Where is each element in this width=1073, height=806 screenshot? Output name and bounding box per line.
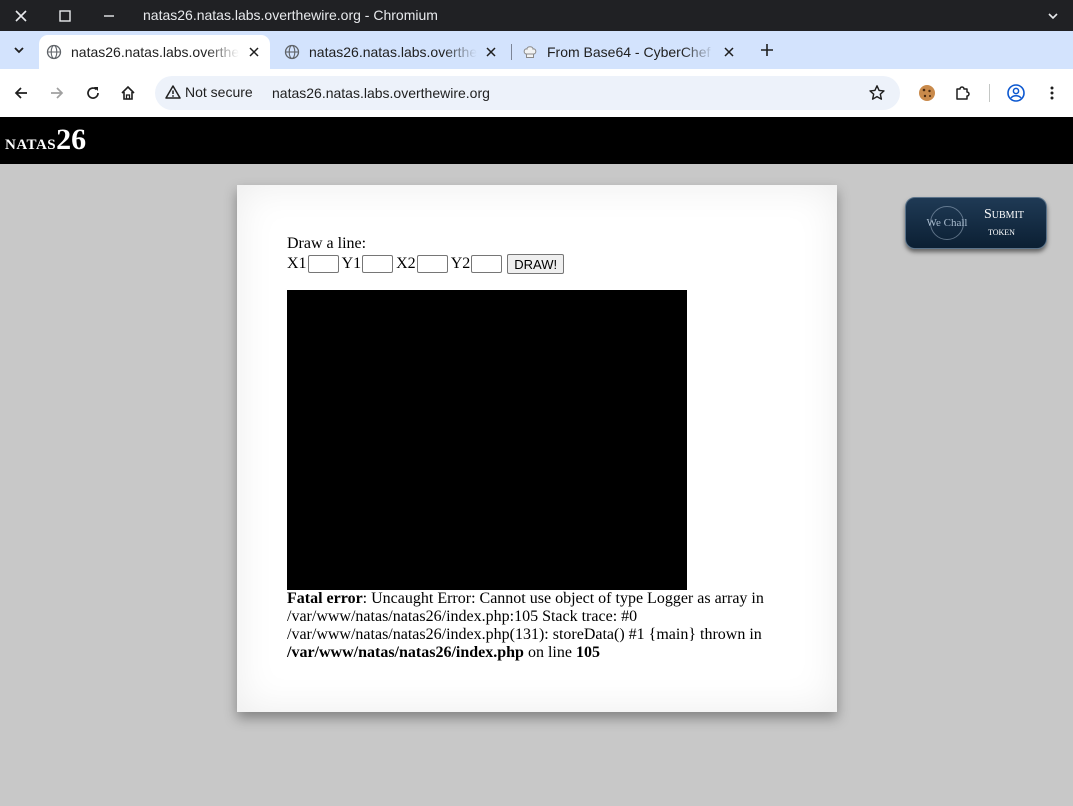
- submit-label: Submit: [984, 207, 1025, 222]
- chevron-down-icon: [14, 47, 24, 54]
- back-button[interactable]: [5, 77, 37, 109]
- fatal-error-message: Fatal error: Uncaught Error: Cannot use …: [287, 590, 787, 662]
- tab-search-button[interactable]: [3, 34, 35, 66]
- x1-label: X1: [287, 255, 307, 272]
- x2-label: X2: [396, 255, 416, 272]
- tab-label: From Base64 - CyberChef: [547, 44, 711, 60]
- wechall-logo: We Chall: [920, 206, 974, 240]
- error-on-line: on line: [523, 644, 576, 661]
- chef-hat-icon: [522, 44, 538, 60]
- account-circle-icon: [1007, 84, 1025, 102]
- profile-button[interactable]: [1000, 77, 1032, 109]
- not-secure-label: Not secure: [185, 84, 253, 100]
- home-icon: [121, 85, 135, 100]
- natas-logo: natas26: [5, 123, 86, 157]
- reload-icon: [87, 87, 99, 99]
- new-tab-button[interactable]: [751, 34, 783, 66]
- arrow-left-icon: [14, 87, 27, 99]
- close-tab-icon[interactable]: [483, 44, 499, 60]
- site-info-button[interactable]: Not secure: [165, 84, 253, 100]
- maximize-window-button[interactable]: [45, 0, 85, 31]
- window-titlebar: natas26.natas.labs.overthewire.org - Chr…: [0, 0, 1073, 31]
- x1-input[interactable]: [307, 255, 339, 273]
- tab-natas26-active[interactable]: natas26.natas.labs.overthewire.org: [39, 35, 270, 69]
- cookie-extension-button[interactable]: [911, 77, 943, 109]
- tab-strip: natas26.natas.labs.overthewire.org natas…: [0, 31, 1073, 69]
- close-window-button[interactable]: [1, 0, 41, 31]
- y1-label: Y1: [341, 255, 362, 272]
- more-vertical-icon: [1050, 86, 1054, 100]
- y1-input[interactable]: [362, 255, 394, 273]
- page-header: natas26: [0, 117, 1073, 164]
- minimize-window-button[interactable]: [89, 0, 129, 31]
- logo-text: natas: [5, 129, 57, 154]
- y2-label: Y2: [450, 255, 471, 272]
- chevron-down-icon: [1048, 12, 1058, 19]
- url-text: natas26.natas.labs.overthewire.org: [272, 85, 490, 101]
- tab-divider: [511, 44, 512, 60]
- maximize-icon: [59, 9, 71, 22]
- close-tab-icon[interactable]: [721, 44, 737, 60]
- coordinates-form: X1 Y1 X2 Y2 DRAW!: [287, 254, 565, 274]
- arrow-right-icon: [51, 87, 64, 99]
- plus-icon: [761, 44, 773, 56]
- submit-token-button[interactable]: We Chall Submit token: [905, 197, 1047, 249]
- extensions-button[interactable]: [947, 77, 979, 109]
- minimize-icon: [104, 14, 114, 17]
- toolbar-separator: [989, 84, 990, 102]
- drawing-canvas-image: [287, 290, 687, 590]
- close-icon: [15, 9, 27, 22]
- logo-level-number: 26: [56, 123, 87, 156]
- reload-button[interactable]: [77, 77, 109, 109]
- window-menu-button[interactable]: [1033, 0, 1073, 31]
- home-button[interactable]: [112, 77, 144, 109]
- tab-label: natas26.natas.labs.overthewire.org: [309, 44, 477, 60]
- error-line-number: 105: [575, 644, 600, 661]
- close-tab-icon[interactable]: [246, 44, 262, 60]
- address-bar[interactable]: Not secure natas26.natas.labs.overthewir…: [155, 76, 900, 110]
- forward-button[interactable]: [41, 77, 73, 109]
- puzzle-icon: [956, 86, 970, 100]
- content-panel: Draw a line: X1 Y1 X2 Y2 DRAW! Fatal err…: [237, 185, 837, 712]
- error-file: /var/www/natas/natas26/index.php: [287, 644, 524, 661]
- cookie-icon: [919, 85, 935, 101]
- tab-label: natas26.natas.labs.overthewire.org: [71, 44, 239, 60]
- tab-cyberchef[interactable]: From Base64 - CyberChef: [515, 35, 745, 69]
- draw-button[interactable]: DRAW!: [507, 254, 565, 274]
- token-label: token: [988, 224, 1015, 238]
- window-title: natas26.natas.labs.overthewire.org - Chr…: [143, 7, 438, 23]
- browser-menu-button[interactable]: [1036, 77, 1068, 109]
- y2-input[interactable]: [471, 255, 503, 273]
- bookmark-star-icon[interactable]: [868, 84, 886, 107]
- error-prefix: Fatal error: [287, 590, 363, 607]
- browser-toolbar: Not secure natas26.natas.labs.overthewir…: [0, 69, 1073, 117]
- tab-natas26[interactable]: natas26.natas.labs.overthewire.org: [277, 35, 507, 69]
- draw-line-label: Draw a line:: [287, 235, 367, 252]
- globe-icon: [284, 44, 300, 60]
- globe-icon: [46, 44, 62, 60]
- warning-icon: [165, 85, 181, 99]
- x2-input[interactable]: [416, 255, 448, 273]
